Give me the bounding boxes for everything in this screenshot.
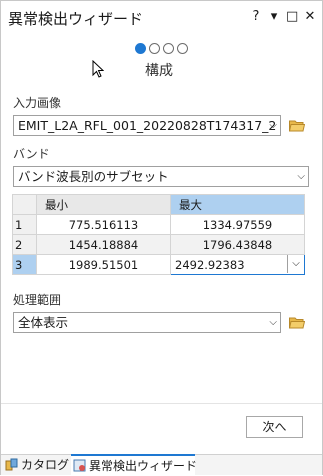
step-dot-2[interactable] — [149, 43, 160, 54]
next-button[interactable]: 次へ — [246, 416, 303, 438]
input-raster-field[interactable]: EMIT_L2A_RFL_001_20220828T174317_2 ⌵ — [13, 115, 281, 136]
table-header-row: 最小 最大 — [12, 194, 305, 215]
max-cell-editor[interactable]: 2492.92383 ⌵ — [170, 254, 305, 275]
tab-catalog-label: カタログ — [21, 458, 70, 472]
min-cell[interactable]: 775.516113 — [36, 214, 171, 235]
help-icon[interactable]: ? — [250, 9, 262, 25]
input-raster-label: 入力画像 — [13, 96, 62, 110]
column-header-max[interactable]: 最大 — [170, 194, 305, 215]
table-row[interactable]: 3 1989.51501 2492.92383 ⌵ — [12, 254, 305, 275]
row-index[interactable]: 1 — [12, 214, 37, 235]
min-cell[interactable]: 1454.18884 — [36, 234, 171, 255]
chevron-down-icon[interactable]: ⌵ — [269, 116, 277, 135]
step-indicator — [135, 43, 188, 54]
wizard-icon — [73, 459, 86, 472]
processing-extent-dropdown[interactable]: 全体表示 ⌵ — [13, 312, 281, 333]
folder-browse-icon[interactable] — [289, 316, 305, 329]
step-dot-3[interactable] — [163, 43, 174, 54]
bands-dropdown[interactable]: バンド波長別のサブセット ⌵ — [13, 166, 309, 187]
table-row[interactable]: 2 1454.18884 1796.43848 — [12, 234, 305, 255]
close-icon[interactable]: ✕ — [304, 9, 316, 25]
maximize-icon[interactable]: □ — [286, 9, 298, 25]
row-index[interactable]: 2 — [12, 234, 37, 255]
max-cell-value: 2492.92383 — [175, 257, 245, 272]
step-dot-1[interactable] — [135, 43, 146, 54]
step-label: 構成 — [145, 63, 173, 79]
bands-value: バンド波長別のサブセット — [18, 169, 169, 184]
tab-anomaly-wizard[interactable]: 異常検出ウィザード — [71, 454, 198, 476]
step-dot-4[interactable] — [177, 43, 188, 54]
chevron-down-icon[interactable]: ⌵ — [269, 313, 277, 332]
processing-extent-value: 全体表示 — [18, 315, 69, 330]
title-bar-controls: ? ▾ □ ✕ — [250, 9, 316, 25]
table-row[interactable]: 1 775.516113 1334.97559 — [12, 214, 305, 235]
max-cell[interactable]: 1334.97559 — [170, 214, 305, 235]
max-cell[interactable]: 1796.43848 — [170, 234, 305, 255]
options-menu-icon[interactable]: ▾ — [268, 9, 280, 25]
title-bar: 異常検出ウィザード ? ▾ □ ✕ — [1, 1, 322, 33]
pane-title: 異常検出ウィザード — [8, 10, 144, 28]
table-corner-cell — [12, 194, 37, 215]
chevron-down-icon[interactable]: ⌵ — [297, 167, 305, 186]
processing-extent-label: 処理範囲 — [13, 293, 62, 307]
row-index[interactable]: 3 — [12, 254, 37, 275]
footer-divider — [1, 403, 322, 404]
min-cell[interactable]: 1989.51501 — [36, 254, 171, 275]
wizard-pane: 異常検出ウィザード ? ▾ □ ✕ 構成 入力画像 EMIT_L2A_RFL_0… — [0, 0, 323, 476]
mouse-cursor-icon — [92, 60, 104, 78]
column-header-min[interactable]: 最小 — [36, 194, 171, 215]
tab-catalog[interactable]: カタログ — [5, 455, 69, 475]
chevron-down-icon[interactable]: ⌵ — [287, 255, 304, 273]
bottom-tab-strip: カタログ 異常検出ウィザード — [1, 454, 322, 476]
tab-anomaly-wizard-label: 異常検出ウィザード — [89, 459, 198, 473]
catalog-icon — [5, 458, 18, 471]
band-range-table: 最小 最大 1 775.516113 1334.97559 2 1454.188… — [12, 194, 305, 275]
input-raster-value: EMIT_L2A_RFL_001_20220828T174317_2 — [18, 118, 277, 133]
folder-browse-icon[interactable] — [289, 119, 305, 132]
bands-label: バンド — [13, 147, 50, 161]
